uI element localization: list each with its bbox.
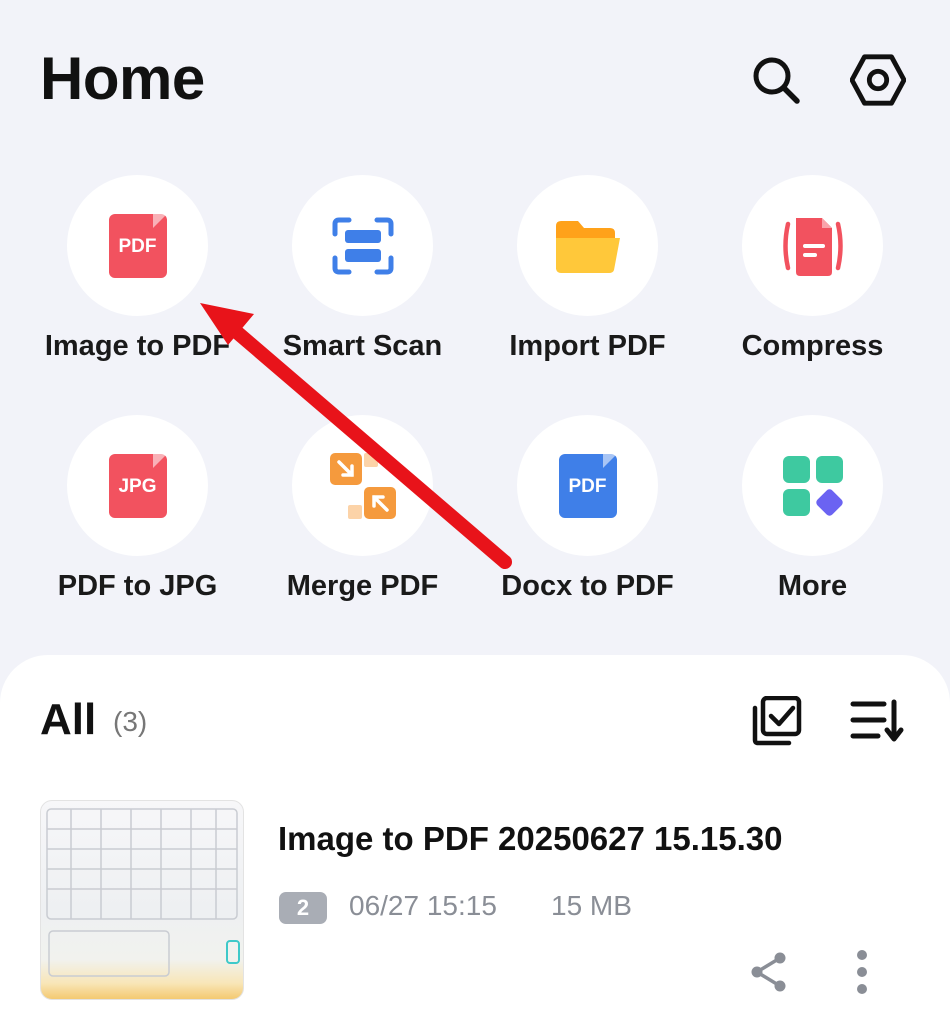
annotation-arrow [200,303,512,569]
